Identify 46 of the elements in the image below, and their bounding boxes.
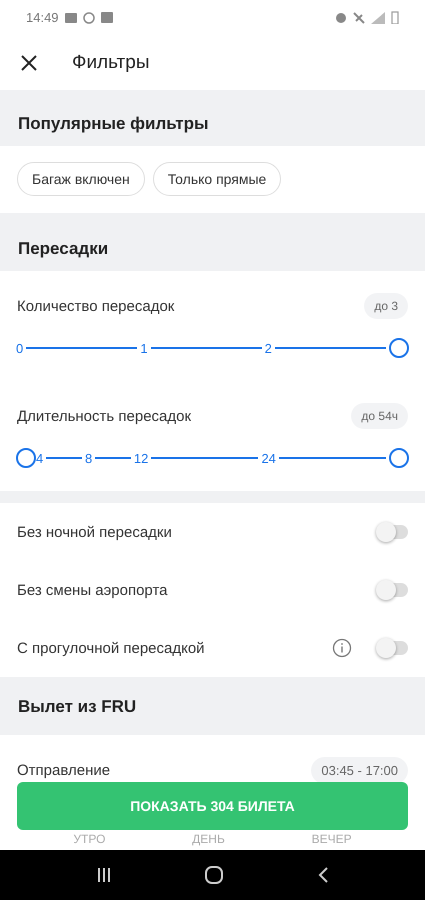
recent-apps-icon[interactable] xyxy=(96,867,112,883)
slider-label: Количество пересадок xyxy=(17,298,174,314)
filter-chip[interactable]: Только прямые xyxy=(152,162,282,196)
message-icon xyxy=(100,12,113,23)
time-period-tab[interactable]: ДЕНЬ xyxy=(192,832,225,846)
value-badge: до 3 xyxy=(364,293,408,319)
toggle-switch[interactable] xyxy=(378,641,408,655)
filter-chip[interactable]: Багаж включен xyxy=(17,162,145,196)
show-tickets-button[interactable]: ПОКАЗАТЬ 304 БИЛЕТА xyxy=(17,782,408,830)
toggle-switch[interactable] xyxy=(378,525,408,539)
info-icon[interactable] xyxy=(332,638,352,658)
toggle-label: Без ночной пересадки xyxy=(17,524,172,540)
signal-icon xyxy=(371,12,385,24)
tick-label: 12 xyxy=(134,450,148,466)
section-title: Вылет из FRU xyxy=(0,677,425,735)
battery-icon xyxy=(391,11,399,24)
range-slider[interactable]: 4 8 12 24 xyxy=(8,429,417,487)
toggle-switch[interactable] xyxy=(378,583,408,597)
time-range-badge: 03:45 - 17:00 xyxy=(311,757,408,784)
status-time: 14:49 xyxy=(26,10,59,25)
mute-icon xyxy=(353,12,365,24)
home-icon[interactable] xyxy=(204,865,224,885)
toggle-label: Без смены аэропорта xyxy=(17,582,168,598)
time-period-tab[interactable]: УТРО xyxy=(73,832,106,846)
toggle-label: С прогулочной пересадкой xyxy=(17,640,205,656)
range-slider[interactable]: 0 1 2 xyxy=(8,319,417,377)
value-badge: до 54ч xyxy=(351,403,408,429)
tick-label: 1 xyxy=(140,340,148,356)
slider-thumb[interactable] xyxy=(388,338,409,358)
tick-label: 24 xyxy=(261,450,276,466)
page-title: Фильтры xyxy=(72,52,150,74)
departure-label: Отправление xyxy=(17,762,110,779)
time-period-tab[interactable]: ВЕЧЕР xyxy=(312,832,352,846)
tick-label: 8 xyxy=(84,450,92,466)
alarm-icon xyxy=(335,12,347,24)
back-icon[interactable] xyxy=(316,866,329,884)
section-title: Популярные фильтры xyxy=(0,100,425,146)
image-icon xyxy=(64,12,77,22)
slider-label: Длительность пересадок xyxy=(17,408,192,424)
close-icon[interactable] xyxy=(20,54,38,72)
slider-thumb[interactable] xyxy=(389,448,409,468)
tick-label: 2 xyxy=(264,340,272,356)
section-title: Пересадки xyxy=(0,225,425,271)
tick-label: 0 xyxy=(16,340,24,356)
slider-thumb[interactable] xyxy=(16,448,36,468)
tick-label: 4 xyxy=(36,450,44,466)
